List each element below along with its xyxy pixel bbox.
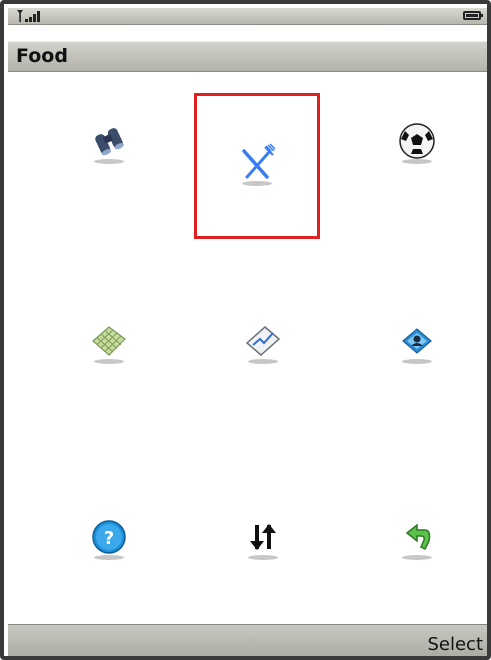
svg-text:?: ? [104, 528, 114, 549]
status-bar [8, 8, 487, 25]
menu-grid: ? [8, 71, 487, 623]
binoculars-icon [95, 128, 124, 156]
title-bar: Food [8, 41, 487, 72]
menu-item-binoculars[interactable] [46, 71, 172, 217]
chart-icon [245, 326, 281, 356]
select-softkey[interactable]: Select [427, 634, 483, 655]
menu-item-sort[interactable] [200, 467, 326, 613]
softkey-bar: Select [8, 624, 487, 656]
back-arrow-icon [405, 523, 431, 551]
map-grid-icon [92, 326, 126, 356]
soccer-ball-icon [399, 123, 435, 159]
menu-item-help[interactable]: ? [46, 467, 172, 613]
menu-item-map[interactable] [46, 271, 172, 417]
phone-screen: Food ? Select [0, 0, 491, 660]
menu-item-food[interactable] [194, 93, 320, 239]
menu-item-chart[interactable] [200, 271, 326, 417]
signal-strength-icon [17, 10, 40, 22]
menu-item-sports[interactable] [354, 71, 480, 217]
menu-item-contacts[interactable] [354, 271, 480, 417]
contacts-icon [402, 328, 432, 354]
help-icon: ? [92, 520, 126, 554]
page-title: Food [16, 45, 68, 67]
battery-icon [463, 11, 483, 20]
sort-arrows-icon [250, 524, 276, 550]
fork-knife-icon [242, 143, 276, 179]
menu-item-back[interactable] [354, 467, 480, 613]
